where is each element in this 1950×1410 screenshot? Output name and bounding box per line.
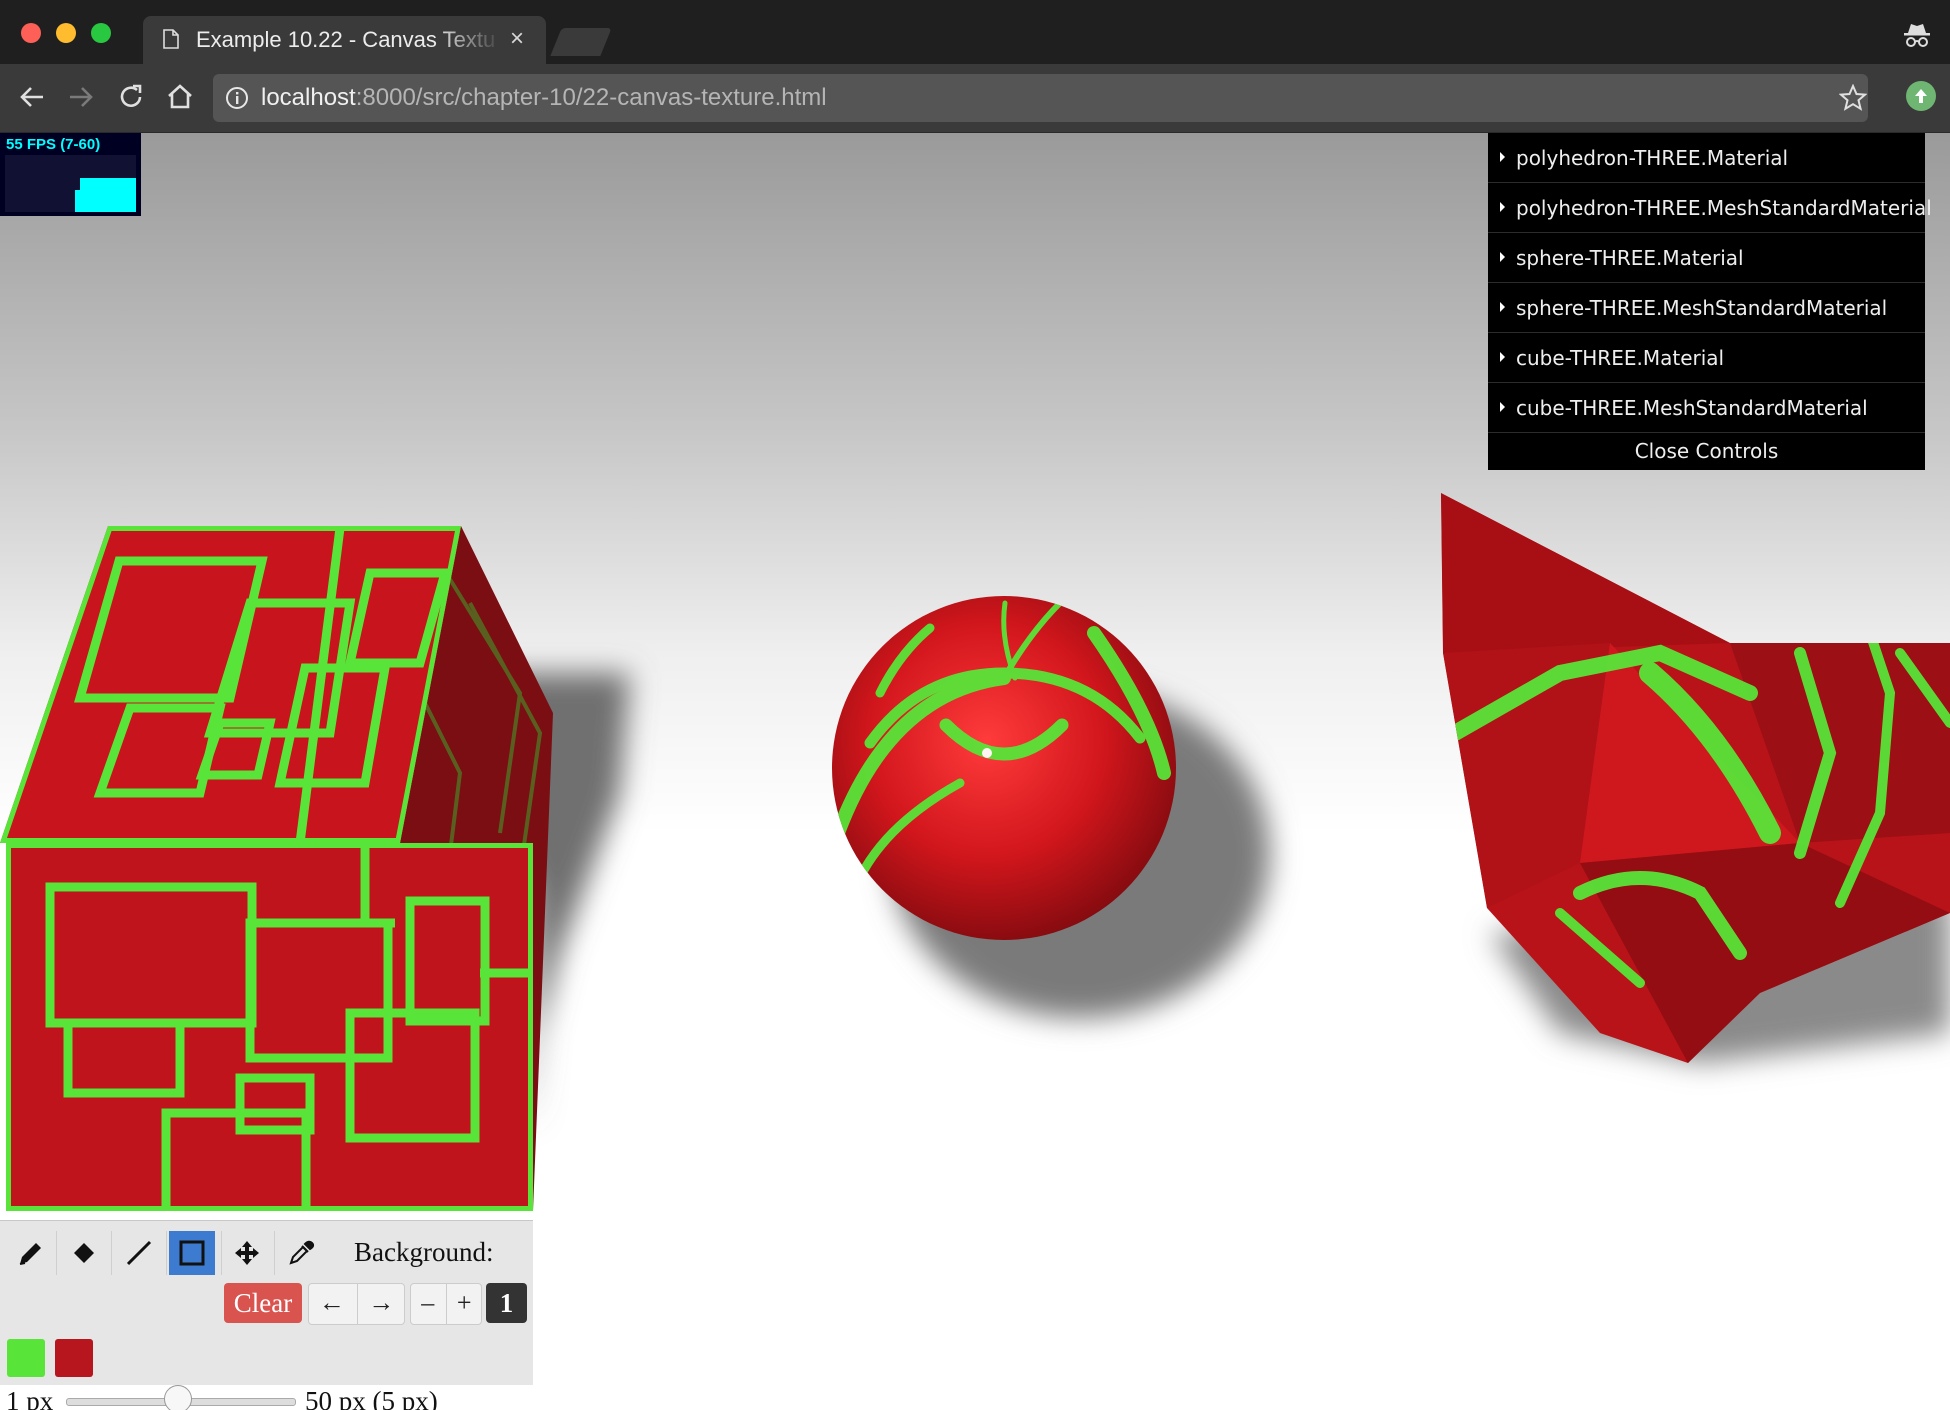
- browser-toolbar: localhost:8000/src/chapter-10/22-canvas-…: [0, 64, 1950, 133]
- undo-button[interactable]: ←: [309, 1284, 355, 1324]
- gui-folder-label: sphere-THREE.Material: [1516, 246, 1744, 270]
- zoom-level: 1: [486, 1283, 527, 1323]
- forward-icon[interactable]: [66, 82, 96, 112]
- eyedropper-tool-button[interactable]: [278, 1231, 324, 1275]
- fps-graph: [5, 155, 136, 212]
- tool-divider: [274, 1231, 275, 1275]
- extension-icon[interactable]: [1906, 81, 1936, 111]
- reload-icon[interactable]: [116, 82, 146, 112]
- gui-folder-label: cube-THREE.MeshStandardMaterial: [1516, 396, 1868, 420]
- zoom-button-group: – +: [410, 1283, 482, 1325]
- secondary-color-swatch[interactable]: [55, 1339, 93, 1377]
- eraser-icon: [74, 1243, 94, 1263]
- gui-folder-cube-standard-material[interactable]: cube-THREE.MeshStandardMaterial: [1488, 383, 1925, 433]
- tool-divider: [56, 1231, 57, 1275]
- line-tool-button[interactable]: [116, 1231, 162, 1275]
- tool-divider: [111, 1231, 112, 1275]
- redo-button[interactable]: →: [357, 1284, 404, 1324]
- eyedropper-icon: [289, 1240, 315, 1265]
- arrow-up-icon: [1915, 89, 1927, 103]
- gui-folder-label: polyhedron-THREE.Material: [1516, 146, 1789, 170]
- gui-folder-sphere-standard-material[interactable]: sphere-THREE.MeshStandardMaterial: [1488, 283, 1925, 333]
- rectangle-icon: [179, 1240, 205, 1266]
- gui-folder-label: polyhedron-THREE.MeshStandardMaterial: [1516, 196, 1932, 220]
- zoom-out-button[interactable]: –: [411, 1284, 445, 1324]
- clear-button[interactable]: Clear: [224, 1283, 302, 1323]
- info-icon[interactable]: [225, 86, 249, 110]
- close-controls-button[interactable]: Close Controls: [1488, 433, 1925, 470]
- caret-right-icon: [1500, 402, 1505, 412]
- stroke-size-bar: 1 px 50 px (5 px): [0, 1385, 533, 1410]
- gui-folder-label: sphere-THREE.MeshStandardMaterial: [1516, 296, 1888, 320]
- gui-folder-polyhedron-standard-material[interactable]: polyhedron-THREE.MeshStandardMaterial: [1488, 183, 1932, 233]
- background-label: Background:: [354, 1237, 494, 1267]
- home-icon[interactable]: [165, 82, 195, 112]
- fullscreen-window-button[interactable]: [91, 23, 111, 43]
- browser-tab-active[interactable]: Example 10.22 - Canvas Texture ×: [143, 16, 546, 66]
- tool-divider: [221, 1231, 222, 1275]
- tab-close-button[interactable]: ×: [510, 25, 524, 53]
- fps-graph-bars: [80, 178, 136, 212]
- url-path: :8000/src/chapter-10/22-canvas-texture.h…: [355, 84, 827, 111]
- caret-right-icon: [1500, 202, 1505, 212]
- stroke-size-max-label: 50 px (5 px): [305, 1386, 438, 1410]
- document-icon: [163, 29, 179, 49]
- eraser-tool-button[interactable]: [61, 1231, 107, 1275]
- url-text: localhost:8000/src/chapter-10/22-canvas-…: [261, 84, 827, 112]
- primary-color-swatch[interactable]: [7, 1339, 45, 1377]
- caret-right-icon: [1500, 152, 1505, 162]
- caret-right-icon: [1500, 252, 1505, 262]
- zoom-in-button[interactable]: +: [446, 1284, 481, 1324]
- caret-right-icon: [1500, 302, 1505, 312]
- gui-folder-cube-material[interactable]: cube-THREE.Material: [1488, 333, 1925, 383]
- browser-titlebar: Example 10.22 - Canvas Texture ×: [0, 0, 1950, 66]
- back-icon[interactable]: [17, 82, 47, 112]
- bookmark-star-icon[interactable]: [1839, 84, 1867, 112]
- pencil-tool-button[interactable]: [8, 1231, 54, 1275]
- stroke-size-min-label: 1 px: [6, 1386, 54, 1410]
- gui-folder-polyhedron-material[interactable]: polyhedron-THREE.Material: [1488, 133, 1925, 183]
- cube-mesh: [0, 526, 553, 1211]
- fps-text: 55 FPS (7-60): [6, 136, 101, 153]
- sphere-mesh: [832, 596, 1176, 940]
- tab-title-fade: [433, 22, 503, 58]
- canvas-editor-panel: Background: Clear ← → – + 1 1 px 50 px (…: [0, 1220, 533, 1410]
- address-bar[interactable]: localhost:8000/src/chapter-10/22-canvas-…: [213, 74, 1868, 122]
- incognito-icon: [1904, 24, 1930, 47]
- gui-folder-label: cube-THREE.Material: [1516, 346, 1725, 370]
- rectangle-tool-button[interactable]: [169, 1231, 215, 1275]
- tool-divider: [166, 1231, 167, 1275]
- pan-icon: [235, 1241, 259, 1265]
- minimize-window-button[interactable]: [56, 23, 76, 43]
- close-window-button[interactable]: [21, 23, 41, 43]
- history-button-group: ← →: [308, 1283, 405, 1325]
- dat-gui-panel: polyhedron-THREE.Material polyhedron-THR…: [1488, 133, 1932, 470]
- line-icon: [126, 1240, 152, 1266]
- caret-right-icon: [1500, 352, 1505, 362]
- pan-tool-button[interactable]: [224, 1231, 270, 1275]
- gui-folder-sphere-material[interactable]: sphere-THREE.Material: [1488, 233, 1925, 283]
- pencil-icon: [19, 1243, 41, 1265]
- webgl-viewport[interactable]: 55 FPS (7-60) polyhedron-THREE.Material …: [0, 133, 1950, 1410]
- stats-panel[interactable]: 55 FPS (7-60): [0, 133, 141, 216]
- new-tab-button[interactable]: [550, 28, 612, 56]
- url-host: localhost: [261, 84, 356, 111]
- stroke-size-slider-thumb[interactable]: [163, 1385, 192, 1410]
